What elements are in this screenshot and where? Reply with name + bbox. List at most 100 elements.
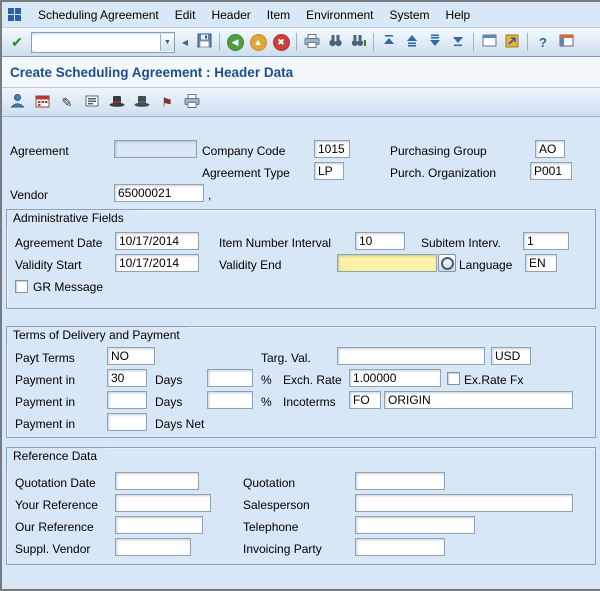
payment-in-label-2: Payment in bbox=[15, 393, 75, 411]
command-dropdown-button[interactable]: ▼ bbox=[160, 34, 174, 51]
sap-window: Scheduling Agreement Edit Header Item En… bbox=[0, 0, 600, 591]
exit-button[interactable]: ▲ bbox=[247, 31, 269, 53]
customize-layout-button[interactable] bbox=[555, 31, 577, 53]
agreement-date-input[interactable] bbox=[115, 232, 199, 250]
item-number-interval-label: Item Number Interval bbox=[219, 234, 331, 252]
gr-message-checkbox[interactable] bbox=[15, 280, 28, 293]
agreement-type-input[interactable] bbox=[314, 162, 344, 180]
invoicing-party-input[interactable] bbox=[355, 538, 445, 556]
terms-group: Terms of Delivery and Payment Payt Terms… bbox=[6, 326, 596, 438]
vendor-label: Vendor bbox=[10, 186, 48, 204]
user-icon bbox=[10, 93, 25, 111]
validity-start-input[interactable] bbox=[115, 254, 199, 272]
edit-button[interactable]: ✎ bbox=[56, 91, 78, 113]
validity-end-input[interactable] bbox=[337, 254, 437, 272]
back-button[interactable]: ◀ bbox=[224, 31, 246, 53]
payt-terms-input[interactable] bbox=[107, 347, 155, 365]
enter-button[interactable]: ✔ bbox=[6, 31, 28, 53]
vendor-suffix: , bbox=[208, 186, 211, 204]
overview-button[interactable] bbox=[81, 91, 103, 113]
find-button[interactable] bbox=[324, 31, 346, 53]
layout-grid-icon bbox=[559, 34, 574, 50]
validity-start-label: Validity Start bbox=[15, 256, 81, 274]
collapse-command-field-button[interactable]: ◀ bbox=[178, 31, 192, 53]
menu-environment[interactable]: Environment bbox=[298, 5, 381, 25]
agreement-date-label: Agreement Date bbox=[15, 234, 102, 252]
new-session-button[interactable] bbox=[478, 31, 500, 53]
purchasing-group-input[interactable] bbox=[535, 140, 565, 158]
percent-sign-1: % bbox=[261, 371, 272, 389]
ex-rate-fx-checkbox[interactable] bbox=[447, 372, 460, 385]
quotation-date-label: Quotation Date bbox=[15, 474, 96, 492]
payment-days-input-3[interactable] bbox=[107, 413, 147, 431]
exch-rate-input[interactable] bbox=[349, 369, 441, 387]
page-down-button[interactable] bbox=[424, 31, 446, 53]
purch-organization-label: Purch. Organization bbox=[390, 164, 496, 182]
exch-rate-label: Exch. Rate bbox=[283, 371, 342, 389]
language-label: Language bbox=[459, 256, 512, 274]
percent-sign-2: % bbox=[261, 393, 272, 411]
personal-setting-button[interactable] bbox=[6, 91, 28, 113]
quotation-input[interactable] bbox=[355, 472, 445, 490]
save-disk-icon bbox=[197, 33, 212, 51]
cancel-button[interactable]: ✖ bbox=[270, 31, 292, 53]
menu-help[interactable]: Help bbox=[438, 5, 479, 25]
command-input[interactable] bbox=[32, 35, 160, 50]
incoterms-code-input[interactable] bbox=[349, 391, 381, 409]
company-code-input[interactable] bbox=[314, 140, 350, 158]
menu-item[interactable]: Item bbox=[259, 5, 298, 25]
back-arrow-icon: ◀ bbox=[227, 34, 244, 51]
vendor-input[interactable] bbox=[114, 184, 204, 202]
currency-input[interactable] bbox=[491, 347, 531, 365]
save-button[interactable] bbox=[193, 31, 215, 53]
page-up-button[interactable] bbox=[401, 31, 423, 53]
menu-scheduling-agreement[interactable]: Scheduling Agreement bbox=[30, 5, 167, 25]
subitem-interval-input[interactable] bbox=[523, 232, 569, 250]
menu-bar: Scheduling Agreement Edit Header Item En… bbox=[2, 2, 600, 28]
invoicing-party-label: Invoicing Party bbox=[243, 540, 322, 558]
toolbar-separator bbox=[473, 33, 474, 51]
header-details-button[interactable] bbox=[106, 91, 128, 113]
salesperson-input[interactable] bbox=[355, 494, 573, 512]
delivery-schedule-button[interactable] bbox=[31, 91, 53, 113]
company-code-label: Company Code bbox=[202, 142, 285, 160]
possible-entries-button[interactable] bbox=[438, 254, 456, 272]
your-reference-input[interactable] bbox=[115, 494, 211, 512]
last-page-button[interactable] bbox=[447, 31, 469, 53]
administrative-fields-group: Administrative Fields Agreement Date Ite… bbox=[6, 209, 596, 309]
payment-percent-input-2[interactable] bbox=[207, 391, 253, 409]
help-question-icon: ? bbox=[539, 36, 547, 49]
first-page-button[interactable] bbox=[378, 31, 400, 53]
release-strategy-button[interactable]: ⚑ bbox=[156, 91, 178, 113]
create-shortcut-button[interactable] bbox=[501, 31, 523, 53]
incoterms-description-input[interactable] bbox=[384, 391, 573, 409]
menu-edit[interactable]: Edit bbox=[167, 5, 204, 25]
purchasing-group-label: Purchasing Group bbox=[390, 142, 487, 160]
menu-system[interactable]: System bbox=[382, 5, 438, 25]
page-up-icon bbox=[406, 34, 418, 50]
payment-percent-input-1[interactable] bbox=[207, 369, 253, 387]
header-conditions-button[interactable] bbox=[131, 91, 153, 113]
our-reference-input[interactable] bbox=[115, 516, 203, 534]
telephone-input[interactable] bbox=[355, 516, 475, 534]
item-number-interval-input[interactable] bbox=[355, 232, 405, 250]
print-preview-button[interactable] bbox=[181, 91, 203, 113]
payment-in-label-1: Payment in bbox=[15, 371, 75, 389]
days-label-2: Days bbox=[155, 393, 182, 411]
command-field: ▼ bbox=[31, 32, 175, 53]
new-window-icon bbox=[482, 34, 497, 50]
language-input[interactable] bbox=[525, 254, 557, 272]
toolbar-separator bbox=[219, 33, 220, 51]
help-button[interactable]: ? bbox=[532, 31, 554, 53]
quotation-date-input[interactable] bbox=[115, 472, 199, 490]
agreement-input[interactable] bbox=[114, 140, 197, 158]
suppl-vendor-input[interactable] bbox=[115, 538, 191, 556]
list-icon bbox=[85, 95, 99, 110]
payment-days-input-2[interactable] bbox=[107, 391, 147, 409]
find-next-button[interactable] bbox=[347, 31, 369, 53]
print-button[interactable] bbox=[301, 31, 323, 53]
targ-val-input[interactable] bbox=[337, 347, 485, 365]
payment-days-input-1[interactable] bbox=[107, 369, 147, 387]
menu-header[interactable]: Header bbox=[203, 5, 258, 25]
purch-organization-input[interactable] bbox=[530, 162, 572, 180]
